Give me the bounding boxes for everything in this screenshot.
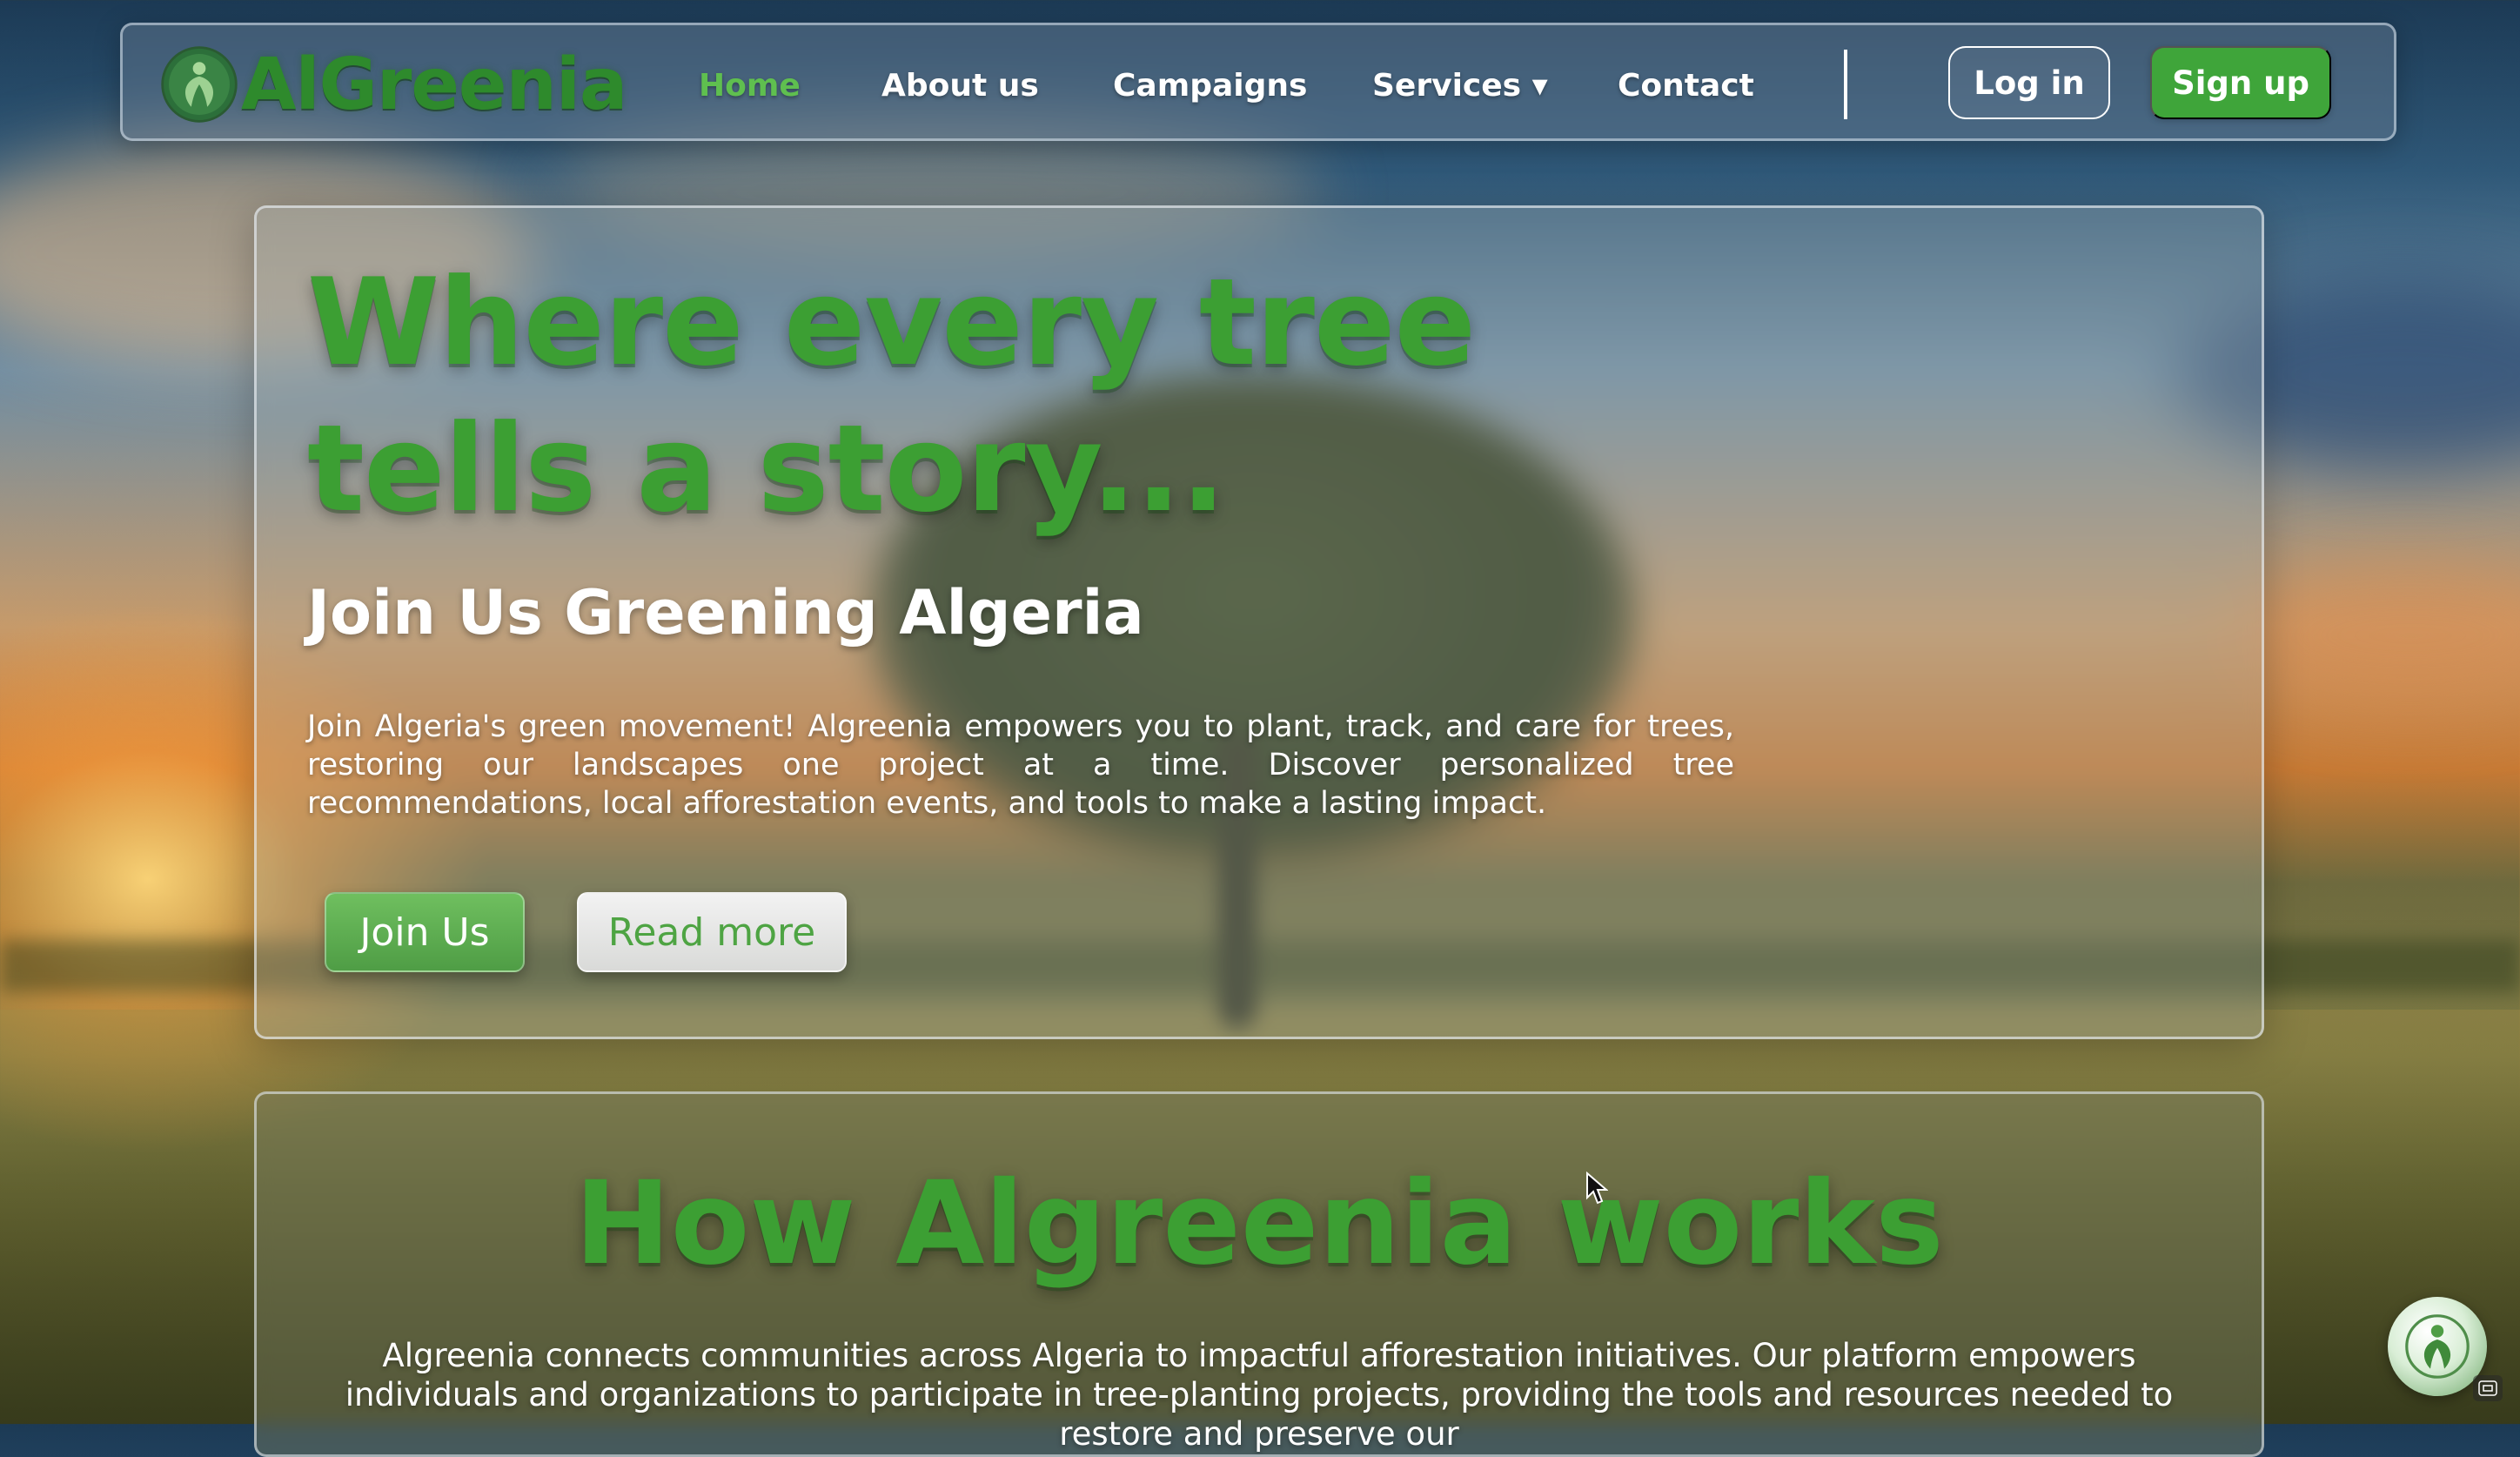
nav-home-link[interactable]: Home xyxy=(699,60,801,112)
mouse-pointer-icon xyxy=(1586,1172,1608,1205)
brand-logo[interactable]: AlGreenia xyxy=(159,43,627,126)
nav-contact-link[interactable]: Contact xyxy=(1618,60,1754,112)
tree-person-leaf-icon xyxy=(161,46,238,123)
assistant-widget-button[interactable] xyxy=(2388,1297,2487,1396)
screenshot-icon[interactable] xyxy=(2473,1375,2503,1401)
hero-description: Join Algeria's green movement! Algreenia… xyxy=(307,709,1734,821)
nav-campaigns-link[interactable]: Campaigns xyxy=(1113,60,1307,112)
nav-services-dropdown[interactable]: Services ▾ xyxy=(1372,60,1548,112)
brand-name: AlGreenia xyxy=(241,43,627,126)
signup-button[interactable]: Sign up xyxy=(2150,46,2331,119)
login-button[interactable]: Log in xyxy=(1948,46,2110,119)
assistant-tree-icon xyxy=(2405,1314,2470,1379)
hero-subtitle: Join Us Greening Algeria xyxy=(307,577,1144,648)
top-navbar: AlGreenia Home About us Campaigns Servic… xyxy=(120,23,2396,141)
nav-about-link[interactable]: About us xyxy=(881,60,1039,112)
join-us-button[interactable]: Join Us xyxy=(325,892,525,972)
read-more-button[interactable]: Read more xyxy=(577,892,847,972)
hero-card: Where every tree tells a story... Join U… xyxy=(254,205,2264,1039)
screenshot-glyph xyxy=(2478,1380,2497,1396)
hero-title: Where every tree tells a story... xyxy=(307,252,1476,539)
how-it-works-title: How Algreenia works xyxy=(574,1157,1944,1291)
how-it-works-description: Algreenia connects communities across Al… xyxy=(345,1337,2174,1453)
nav-divider xyxy=(1844,50,1847,119)
how-it-works-card: How Algreenia works Algreenia connects c… xyxy=(254,1091,2264,1457)
